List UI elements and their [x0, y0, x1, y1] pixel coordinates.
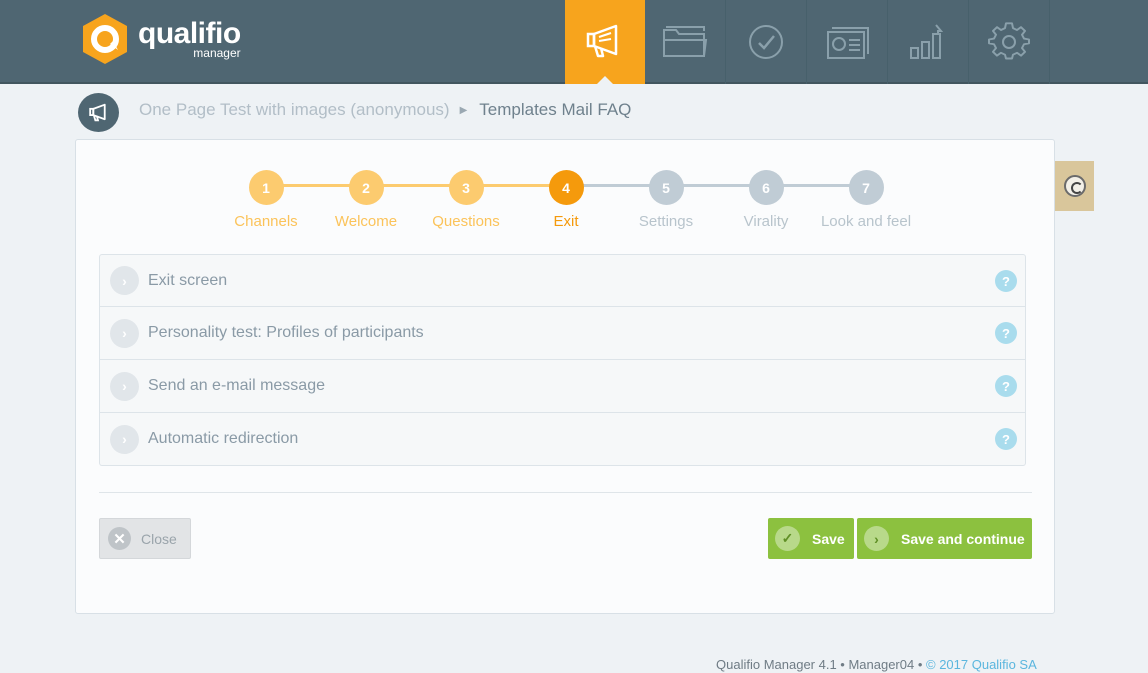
close-button-label: Close — [141, 530, 177, 547]
timer-icon — [1063, 175, 1086, 197]
close-icon: ✕ — [108, 527, 131, 550]
nav-validation[interactable] — [726, 0, 807, 84]
close-button[interactable]: ✕ Close — [99, 518, 191, 559]
nav-library[interactable] — [645, 0, 726, 84]
section-label: Send an e-mail message — [148, 377, 325, 394]
footer-version: Qualifio Manager 4.1 • Manager04 • — [716, 657, 926, 672]
nav-statistics[interactable] — [888, 0, 969, 84]
chevron-right-icon: › — [110, 318, 139, 348]
section-label: Personality test: Profiles of participan… — [148, 324, 424, 341]
footer: Qualifio Manager 4.1 • Manager04 • © 201… — [716, 657, 1037, 672]
step-look-and-feel[interactable]: 7 Look and feel — [806, 170, 926, 230]
divider — [99, 492, 1032, 493]
save-button-label: Save — [812, 530, 845, 547]
chevron-right-icon: › — [110, 371, 139, 401]
megaphone-icon — [88, 103, 106, 121]
checkmark-icon: ✓ — [775, 526, 800, 551]
nav-settings[interactable] — [969, 0, 1050, 84]
step-number: 7 — [848, 170, 884, 205]
step-number: 3 — [448, 170, 484, 205]
gear-icon — [988, 22, 1030, 60]
wizard-panel: 1 Channels 2 Welcome 3 Questions 4 Exit … — [75, 139, 1055, 614]
megaphone-icon — [586, 24, 618, 58]
breadcrumb-separator-icon: ▶ — [459, 104, 468, 116]
help-icon[interactable]: ? — [995, 270, 1017, 292]
help-icon[interactable]: ? — [995, 322, 1017, 344]
nav-contacts[interactable] — [807, 0, 888, 84]
wizard-stepper: 1 Channels 2 Welcome 3 Questions 4 Exit … — [76, 170, 1056, 230]
side-panel-toggle[interactable] — [1055, 161, 1094, 211]
campaign-type-badge — [78, 93, 119, 132]
step-label: Look and feel — [820, 213, 912, 230]
save-and-continue-label: Save and continue — [901, 530, 1025, 547]
exit-sections-accordion: › Exit screen ? › Personality test: Prof… — [99, 254, 1026, 466]
section-exit-screen[interactable]: › Exit screen ? — [99, 254, 1026, 307]
main-nav — [565, 0, 1050, 85]
breadcrumb-current: Templates Mail FAQ — [479, 100, 632, 119]
save-button[interactable]: ✓ Save — [768, 518, 854, 559]
bar-chart-icon — [910, 24, 944, 59]
section-automatic-redirection[interactable]: › Automatic redirection ? — [99, 413, 1026, 466]
check-circle-icon — [749, 25, 783, 59]
help-icon[interactable]: ? — [995, 375, 1017, 397]
logo-name: qualifio — [138, 17, 241, 50]
section-label: Exit screen — [148, 271, 228, 289]
breadcrumb: One Page Test with images (anonymous) ▶ … — [139, 100, 631, 120]
folder-icon — [663, 26, 708, 57]
chevron-right-icon: › — [864, 526, 889, 551]
save-and-continue-button[interactable]: › Save and continue — [857, 518, 1032, 559]
nav-campaigns[interactable] — [565, 0, 645, 85]
chevron-right-icon: › — [110, 266, 139, 295]
qualifio-logo[interactable]: qualifio manager — [80, 12, 241, 66]
chevron-right-icon: › — [110, 424, 139, 454]
step-number: 6 — [748, 170, 784, 205]
step-number: 2 — [348, 170, 384, 205]
section-personality-profiles[interactable]: › Personality test: Profiles of particip… — [99, 307, 1026, 360]
section-label: Automatic redirection — [148, 430, 299, 447]
top-navigation-bar: qualifio manager — [0, 0, 1148, 85]
contact-cards-icon — [827, 27, 869, 59]
help-icon[interactable]: ? — [995, 428, 1017, 450]
breadcrumb-parent[interactable]: One Page Test with images (anonymous) — [139, 100, 450, 120]
step-number: 1 — [248, 170, 284, 205]
section-send-email[interactable]: › Send an e-mail message ? — [99, 360, 1026, 413]
logo-hexagon-icon — [83, 14, 127, 64]
step-number: 5 — [648, 170, 684, 205]
footer-copyright-link[interactable]: © 2017 Qualifio SA — [926, 657, 1037, 672]
step-number: 4 — [548, 170, 584, 205]
